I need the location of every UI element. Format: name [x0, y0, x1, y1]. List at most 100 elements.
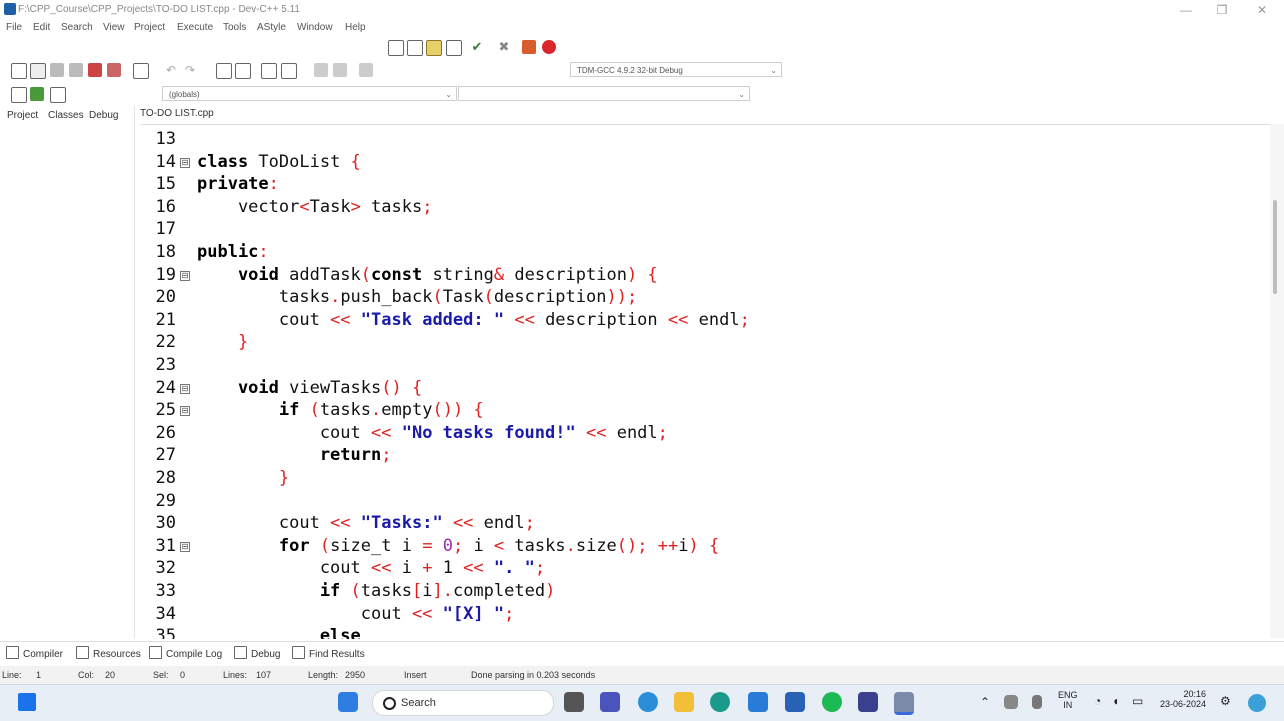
- member-select[interactable]: ⌄: [458, 86, 750, 101]
- tab-project[interactable]: Project: [7, 110, 38, 121]
- chevron-down-icon: ⌄: [770, 66, 777, 75]
- menu-bar: File Edit Search View Project Execute To…: [0, 20, 1284, 38]
- task-view-icon[interactable]: [564, 692, 584, 712]
- menu-search[interactable]: Search: [61, 22, 93, 33]
- chart-icon[interactable]: [522, 40, 536, 54]
- wifi-icon[interactable]: ◔: [1094, 694, 1101, 708]
- chevron-up-icon[interactable]: ⌃: [980, 695, 990, 709]
- menu-project[interactable]: Project: [134, 22, 165, 33]
- fold-toggle-icon[interactable]: ⊟: [180, 157, 190, 168]
- save-icon[interactable]: [50, 63, 64, 77]
- close-button[interactable]: ✕: [1250, 2, 1274, 18]
- photos-icon[interactable]: [748, 692, 768, 712]
- line-number: 15: [155, 174, 176, 195]
- rebuild-icon[interactable]: [446, 40, 462, 56]
- spotify-icon[interactable]: [822, 692, 842, 712]
- compiler-select[interactable]: TDM-GCC 4.9.2 32-bit Debug ⌄: [570, 62, 782, 77]
- windows-logo-icon[interactable]: [338, 692, 358, 712]
- code-token: vector: [197, 196, 300, 217]
- new-file-icon[interactable]: [11, 63, 27, 79]
- fold-toggle-icon[interactable]: ⊟: [180, 406, 190, 417]
- status-sel-value: 0: [180, 670, 186, 680]
- tab-compiler-label: Compiler: [23, 649, 64, 660]
- fold-toggle-icon[interactable]: ⊟: [180, 383, 190, 394]
- unindent-icon[interactable]: [333, 63, 347, 77]
- code-token: .: [565, 535, 576, 556]
- menu-edit[interactable]: Edit: [33, 22, 50, 33]
- notification-icon[interactable]: ⚙: [1220, 694, 1231, 708]
- debug-icon[interactable]: [542, 40, 556, 54]
- undo-icon[interactable]: ↶: [166, 63, 180, 77]
- minimize-button[interactable]: —: [1174, 2, 1198, 18]
- menu-astyle[interactable]: AStyle: [257, 22, 286, 33]
- tab-resources[interactable]: Resources: [76, 646, 141, 660]
- close-all-icon[interactable]: [107, 63, 121, 77]
- scope-select[interactable]: (globals) ⌄: [162, 86, 457, 101]
- menu-file[interactable]: File: [6, 22, 22, 33]
- scrollbar-thumb[interactable]: [1273, 200, 1277, 294]
- start-icon[interactable]: [18, 693, 36, 711]
- volume-icon[interactable]: ◖: [1112, 694, 1119, 708]
- tab-find-results[interactable]: Find Results: [292, 646, 365, 660]
- menu-execute[interactable]: Execute: [177, 22, 213, 33]
- line-number: 21: [155, 309, 176, 330]
- save-all-icon[interactable]: [69, 63, 83, 77]
- redo-icon[interactable]: ↷: [185, 63, 199, 77]
- menu-window[interactable]: Window: [297, 22, 333, 33]
- clock[interactable]: 20:16 23-06-2024: [1160, 689, 1206, 709]
- fold-toggle-icon[interactable]: ⊟: [180, 541, 190, 552]
- fold-toggle-icon[interactable]: ⊟: [180, 270, 190, 281]
- code-token: &: [493, 264, 505, 285]
- tab-compile-log[interactable]: Compile Log: [149, 646, 222, 660]
- cloud-icon[interactable]: [1004, 695, 1018, 709]
- taskbar-search[interactable]: Search: [372, 690, 554, 716]
- print-icon[interactable]: [133, 63, 149, 79]
- editor-file-tab[interactable]: TO-DO LIST.cpp: [140, 108, 214, 124]
- code-editor[interactable]: 13 14 ⊟ class ToDoList {15 private: 16 vector…: [140, 124, 1270, 639]
- microphone-icon[interactable]: [1032, 695, 1042, 709]
- find-icon[interactable]: [216, 63, 232, 79]
- teams-icon[interactable]: [600, 692, 620, 712]
- menu-help[interactable]: Help: [345, 22, 366, 33]
- code-token: description: [534, 309, 668, 330]
- code-token: (: [299, 400, 320, 421]
- store-icon[interactable]: [785, 692, 805, 712]
- line-number: 17: [155, 219, 176, 240]
- media-player-icon[interactable]: [858, 692, 878, 712]
- run-icon[interactable]: [407, 40, 423, 56]
- menu-tools[interactable]: Tools: [223, 22, 246, 33]
- replace-icon[interactable]: [235, 63, 251, 79]
- new-project-icon[interactable]: [11, 87, 27, 103]
- edge-icon[interactable]: [710, 692, 730, 712]
- menu-view[interactable]: View: [103, 22, 125, 33]
- line-number: 28: [155, 468, 176, 488]
- tab-classes[interactable]: Classes: [48, 110, 84, 121]
- copilot-icon[interactable]: [1248, 694, 1266, 712]
- code-text: for (size_t i = 0; i < tasks.size(); ++i…: [197, 536, 719, 556]
- tab-debug-output[interactable]: Debug: [234, 646, 280, 660]
- tab-compiler[interactable]: Compiler: [6, 646, 63, 660]
- file-explorer-icon[interactable]: [674, 692, 694, 712]
- toggle-bookmark-icon[interactable]: [281, 63, 297, 79]
- add-to-project-icon[interactable]: [30, 87, 44, 101]
- tab-debug[interactable]: Debug: [89, 110, 118, 121]
- stop-icon[interactable]: ✖: [497, 40, 511, 54]
- indent-icon[interactable]: [314, 63, 328, 77]
- check-icon[interactable]: ✔: [470, 40, 484, 54]
- toggle-comment-icon[interactable]: [359, 63, 373, 77]
- open-file-icon[interactable]: [30, 63, 46, 79]
- language-indicator[interactable]: ENG IN: [1058, 690, 1078, 710]
- restore-button[interactable]: ❐: [1210, 2, 1234, 18]
- close-file-icon[interactable]: [88, 63, 102, 77]
- code-text: if (tasks[i].completed): [197, 581, 556, 601]
- battery-icon[interactable]: ▭: [1132, 694, 1143, 708]
- clock-date: 23-06-2024: [1160, 699, 1207, 709]
- code-token: <<: [330, 513, 351, 534]
- goto-line-icon[interactable]: [261, 63, 277, 79]
- project-options-icon[interactable]: [50, 87, 66, 103]
- compile-run-icon[interactable]: [426, 40, 442, 56]
- code-token: tasks: [360, 196, 423, 217]
- compile-icon[interactable]: [388, 40, 404, 56]
- devcpp-taskbar-icon[interactable]: [894, 692, 914, 715]
- chrome-icon[interactable]: [638, 692, 658, 712]
